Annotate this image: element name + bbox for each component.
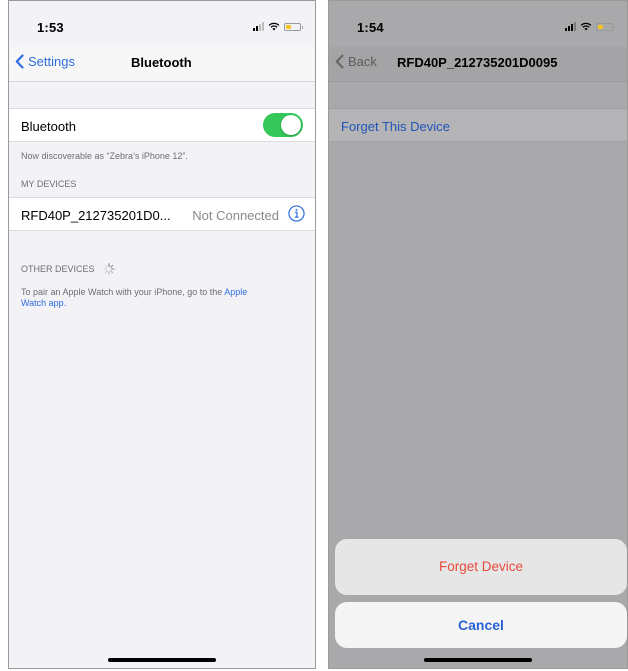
status-time: 1:53 [37, 20, 64, 35]
navigation-bar: Back RFD40P_212735201D0095 [329, 47, 627, 82]
bluetooth-settings-screen: 1:53 Settings Bluetooth Bluetooth Now di… [8, 0, 316, 669]
toggle-knob [281, 115, 301, 135]
wifi-icon [580, 22, 592, 31]
apple-watch-app-link-continued[interactable]: Watch app. [21, 298, 66, 308]
battery-icon [596, 23, 615, 31]
forget-device-button[interactable]: Forget Device [335, 539, 627, 595]
navigation-bar: Settings Bluetooth [9, 47, 315, 82]
other-devices-header: OTHER DEVICES [21, 264, 95, 274]
back-button-label: Back [348, 54, 377, 69]
pair-text: To pair an Apple Watch with your iPhone,… [21, 287, 225, 297]
page-title: RFD40P_212735201D0095 [397, 55, 558, 70]
status-icons [565, 22, 615, 31]
other-devices-header-row: OTHER DEVICES [21, 263, 115, 275]
battery-icon [284, 23, 303, 31]
forget-this-device-label: Forget This Device [341, 119, 450, 134]
back-button-label: Settings [28, 54, 75, 69]
device-name: RFD40P_212735201D0... [21, 208, 171, 223]
device-status: Not Connected [192, 208, 279, 223]
forget-this-device-row[interactable]: Forget This Device [329, 108, 627, 142]
cancel-button[interactable]: Cancel [335, 602, 627, 648]
bluetooth-toggle-row: Bluetooth [9, 108, 315, 142]
cellular-signal-icon [253, 22, 264, 31]
chevron-left-icon [15, 54, 24, 69]
discoverable-caption: Now discoverable as “Zebra’s iPhone 12”. [21, 151, 188, 161]
apple-watch-pair-text: To pair an Apple Watch with your iPhone,… [21, 287, 305, 309]
bluetooth-label: Bluetooth [21, 119, 76, 134]
home-indicator[interactable] [424, 658, 532, 662]
info-icon[interactable] [288, 205, 305, 222]
status-time: 1:54 [357, 20, 384, 35]
back-button-settings[interactable]: Settings [15, 54, 75, 69]
status-bar: 1:54 [329, 1, 627, 47]
status-bar: 1:53 [9, 1, 315, 47]
cellular-signal-icon [565, 22, 576, 31]
back-button[interactable]: Back [335, 54, 377, 69]
device-row[interactable]: RFD40P_212735201D0... Not Connected [9, 197, 315, 231]
loading-spinner-icon [103, 263, 115, 275]
bluetooth-toggle[interactable] [263, 113, 303, 137]
status-icons [253, 22, 303, 31]
wifi-icon [268, 22, 280, 31]
device-detail-screen: 1:54 Back RFD40P_212735201D0095 Forget T… [328, 0, 628, 669]
page-title: Bluetooth [131, 55, 192, 70]
home-indicator[interactable] [108, 658, 216, 662]
chevron-left-icon [335, 54, 344, 69]
apple-watch-app-link[interactable]: Apple [224, 287, 247, 297]
my-devices-header: MY DEVICES [21, 179, 77, 189]
